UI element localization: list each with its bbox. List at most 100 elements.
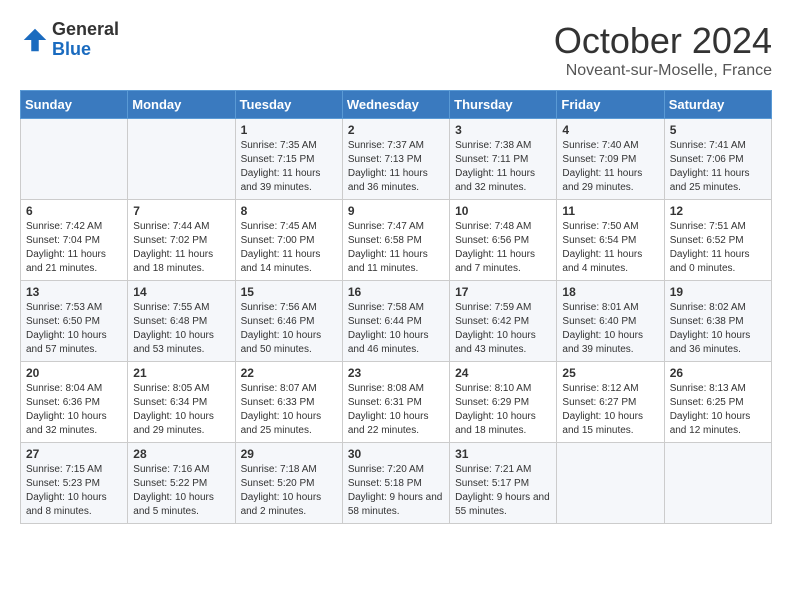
day-number: 13 [26,285,122,299]
table-cell: 1 Sunrise: 7:35 AM Sunset: 7:15 PM Dayli… [235,119,342,200]
daylight-text: Daylight: 11 hours and 39 minutes. [241,168,321,193]
day-info: Sunrise: 7:51 AM Sunset: 6:52 PM Dayligh… [670,220,766,276]
sunset-text: Sunset: 6:25 PM [670,397,744,408]
sunset-text: Sunset: 5:22 PM [133,478,207,489]
table-cell: 26 Sunrise: 8:13 AM Sunset: 6:25 PM Dayl… [664,362,771,443]
daylight-text: Daylight: 11 hours and 29 minutes. [562,168,642,193]
sunrise-text: Sunrise: 8:12 AM [562,383,638,394]
day-number: 22 [241,366,337,380]
sunrise-text: Sunrise: 8:07 AM [241,383,317,394]
sunset-text: Sunset: 6:38 PM [670,316,744,327]
sunrise-text: Sunrise: 7:51 AM [670,221,746,232]
daylight-text: Daylight: 10 hours and 29 minutes. [133,411,214,436]
logo-general-text: General [52,20,119,40]
table-cell: 28 Sunrise: 7:16 AM Sunset: 5:22 PM Dayl… [128,443,235,524]
table-cell [21,119,128,200]
day-number: 6 [26,204,122,218]
sunrise-text: Sunrise: 7:58 AM [348,302,424,313]
sunrise-text: Sunrise: 7:20 AM [348,464,424,475]
day-info: Sunrise: 7:18 AM Sunset: 5:20 PM Dayligh… [241,463,337,519]
sunset-text: Sunset: 7:06 PM [670,154,744,165]
day-info: Sunrise: 7:47 AM Sunset: 6:58 PM Dayligh… [348,220,444,276]
table-cell [128,119,235,200]
sunset-text: Sunset: 5:17 PM [455,478,529,489]
daylight-text: Daylight: 11 hours and 36 minutes. [348,168,428,193]
daylight-text: Daylight: 11 hours and 25 minutes. [670,168,750,193]
sunset-text: Sunset: 7:15 PM [241,154,315,165]
sunrise-text: Sunrise: 7:16 AM [133,464,209,475]
day-info: Sunrise: 7:56 AM Sunset: 6:46 PM Dayligh… [241,301,337,357]
sunset-text: Sunset: 5:18 PM [348,478,422,489]
calendar-header-row: Sunday Monday Tuesday Wednesday Thursday… [21,91,772,119]
sunset-text: Sunset: 6:34 PM [133,397,207,408]
table-cell: 9 Sunrise: 7:47 AM Sunset: 6:58 PM Dayli… [342,200,449,281]
table-cell: 16 Sunrise: 7:58 AM Sunset: 6:44 PM Dayl… [342,281,449,362]
day-info: Sunrise: 7:53 AM Sunset: 6:50 PM Dayligh… [26,301,122,357]
logo-text: General Blue [52,20,119,60]
day-number: 23 [348,366,444,380]
day-info: Sunrise: 7:42 AM Sunset: 7:04 PM Dayligh… [26,220,122,276]
sunrise-text: Sunrise: 7:37 AM [348,140,424,151]
day-number: 1 [241,123,337,137]
day-info: Sunrise: 8:07 AM Sunset: 6:33 PM Dayligh… [241,382,337,438]
sunset-text: Sunset: 6:33 PM [241,397,315,408]
sunset-text: Sunset: 6:31 PM [348,397,422,408]
table-cell: 4 Sunrise: 7:40 AM Sunset: 7:09 PM Dayli… [557,119,664,200]
day-info: Sunrise: 8:13 AM Sunset: 6:25 PM Dayligh… [670,382,766,438]
location-title: Noveant-sur-Moselle, France [554,62,772,80]
daylight-text: Daylight: 10 hours and 39 minutes. [562,330,643,355]
daylight-text: Daylight: 10 hours and 2 minutes. [241,492,322,517]
day-number: 29 [241,447,337,461]
day-number: 21 [133,366,229,380]
table-cell: 11 Sunrise: 7:50 AM Sunset: 6:54 PM Dayl… [557,200,664,281]
daylight-text: Daylight: 10 hours and 57 minutes. [26,330,107,355]
sunset-text: Sunset: 5:23 PM [26,478,100,489]
week-row-3: 13 Sunrise: 7:53 AM Sunset: 6:50 PM Dayl… [21,281,772,362]
table-cell [664,443,771,524]
day-number: 8 [241,204,337,218]
sunrise-text: Sunrise: 7:18 AM [241,464,317,475]
daylight-text: Daylight: 10 hours and 36 minutes. [670,330,751,355]
daylight-text: Daylight: 9 hours and 58 minutes. [348,492,443,517]
sunset-text: Sunset: 7:13 PM [348,154,422,165]
sunset-text: Sunset: 7:09 PM [562,154,636,165]
daylight-text: Daylight: 10 hours and 46 minutes. [348,330,429,355]
daylight-text: Daylight: 11 hours and 0 minutes. [670,249,750,274]
day-info: Sunrise: 8:10 AM Sunset: 6:29 PM Dayligh… [455,382,551,438]
day-info: Sunrise: 7:40 AM Sunset: 7:09 PM Dayligh… [562,139,658,195]
day-number: 25 [562,366,658,380]
day-info: Sunrise: 7:15 AM Sunset: 5:23 PM Dayligh… [26,463,122,519]
sunset-text: Sunset: 7:00 PM [241,235,315,246]
table-cell: 10 Sunrise: 7:48 AM Sunset: 6:56 PM Dayl… [450,200,557,281]
sunset-text: Sunset: 6:44 PM [348,316,422,327]
day-number: 5 [670,123,766,137]
table-cell: 31 Sunrise: 7:21 AM Sunset: 5:17 PM Dayl… [450,443,557,524]
day-number: 16 [348,285,444,299]
daylight-text: Daylight: 11 hours and 21 minutes. [26,249,106,274]
logo-blue-text: Blue [52,40,119,60]
sunset-text: Sunset: 6:29 PM [455,397,529,408]
sunrise-text: Sunrise: 7:50 AM [562,221,638,232]
day-info: Sunrise: 7:37 AM Sunset: 7:13 PM Dayligh… [348,139,444,195]
day-info: Sunrise: 8:08 AM Sunset: 6:31 PM Dayligh… [348,382,444,438]
sunrise-text: Sunrise: 7:42 AM [26,221,102,232]
daylight-text: Daylight: 11 hours and 14 minutes. [241,249,321,274]
table-cell: 17 Sunrise: 7:59 AM Sunset: 6:42 PM Dayl… [450,281,557,362]
logo: General Blue [20,20,119,60]
sunset-text: Sunset: 6:46 PM [241,316,315,327]
daylight-text: Daylight: 10 hours and 32 minutes. [26,411,107,436]
daylight-text: Daylight: 10 hours and 53 minutes. [133,330,214,355]
sunrise-text: Sunrise: 8:02 AM [670,302,746,313]
sunrise-text: Sunrise: 7:44 AM [133,221,209,232]
day-info: Sunrise: 8:01 AM Sunset: 6:40 PM Dayligh… [562,301,658,357]
daylight-text: Daylight: 10 hours and 25 minutes. [241,411,322,436]
sunrise-text: Sunrise: 7:40 AM [562,140,638,151]
daylight-text: Daylight: 11 hours and 32 minutes. [455,168,535,193]
table-cell: 21 Sunrise: 8:05 AM Sunset: 6:34 PM Dayl… [128,362,235,443]
sunrise-text: Sunrise: 7:35 AM [241,140,317,151]
day-info: Sunrise: 7:59 AM Sunset: 6:42 PM Dayligh… [455,301,551,357]
col-saturday: Saturday [664,91,771,119]
day-number: 31 [455,447,551,461]
sunrise-text: Sunrise: 8:08 AM [348,383,424,394]
table-cell: 13 Sunrise: 7:53 AM Sunset: 6:50 PM Dayl… [21,281,128,362]
